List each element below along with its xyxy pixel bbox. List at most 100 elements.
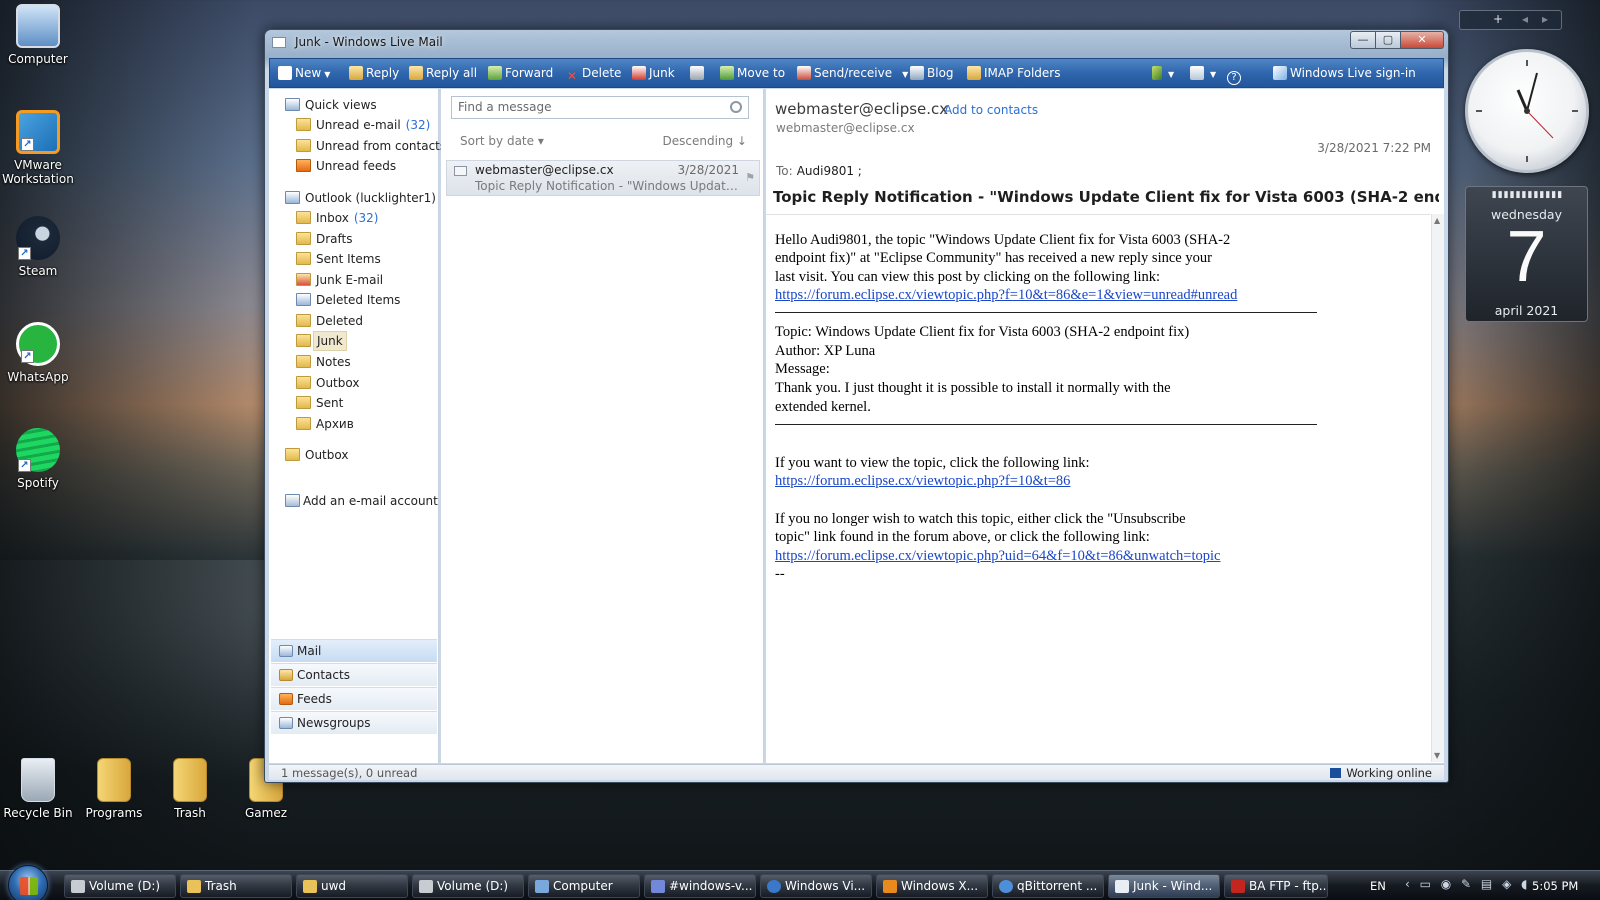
drive-icon xyxy=(419,880,433,893)
task-qbittorrent[interactable]: qBittorrent ... xyxy=(992,874,1104,898)
task-discord[interactable]: #windows-v... xyxy=(644,874,756,898)
reply-label: Reply xyxy=(366,66,400,80)
contacts-icon xyxy=(279,669,293,681)
clock-gadget[interactable] xyxy=(1465,49,1589,173)
new-button[interactable]: New ▼ xyxy=(278,65,330,83)
folder-label: Quick views xyxy=(305,98,377,112)
desktop-icon-trash[interactable]: Trash xyxy=(152,758,228,820)
message-body: Hello Audi9801, the topic "Windows Updat… xyxy=(766,214,1430,757)
color-scheme-button[interactable]: ▼ xyxy=(1152,65,1174,83)
print-button[interactable] xyxy=(690,65,707,83)
desktop-icon-whatsapp[interactable]: ↗ WhatsApp xyxy=(0,322,76,384)
unwatch-topic-link[interactable]: https://forum.eclipse.cx/viewtopic.php?u… xyxy=(775,547,1220,566)
task-volume-d[interactable]: Volume (D:) xyxy=(64,874,176,898)
add-to-contacts-link[interactable]: Add to contacts xyxy=(944,103,1038,117)
send-receive-button[interactable]: Send/receive ▼ xyxy=(797,65,908,83)
language-indicator[interactable]: EN xyxy=(1370,879,1386,893)
desktop-icon-spotify[interactable]: ↗ Spotify xyxy=(0,428,76,490)
add-gadget-button[interactable]: + xyxy=(1493,12,1503,26)
desktop-icon-recycle-bin[interactable]: Recycle Bin xyxy=(0,758,76,820)
task-trash[interactable]: Trash xyxy=(180,874,292,898)
junk-folder-icon xyxy=(296,273,311,286)
reading-pane-scrollbar[interactable]: ▲ ▼ xyxy=(1431,214,1444,762)
task-junk-windows-live-mail[interactable]: Junk - Wind... xyxy=(1108,874,1220,898)
desktop-icon-label: Computer xyxy=(8,52,68,66)
start-button[interactable] xyxy=(8,865,48,900)
body-line: Topic: Windows Update Client fix for Vis… xyxy=(775,324,1190,340)
list-item[interactable]: webmaster@eclipse.cx 3/28/2021 Topic Rep… xyxy=(446,160,760,196)
prev-gadget-button[interactable]: ◂ xyxy=(1522,12,1528,26)
forward-button[interactable]: Forward xyxy=(488,65,553,83)
discord-icon xyxy=(651,880,665,893)
reply-button[interactable]: Reply xyxy=(349,65,399,83)
desktop-icon-computer[interactable]: Computer xyxy=(0,4,76,66)
scroll-up-icon[interactable]: ▲ xyxy=(1434,216,1440,225)
desktop-icon-vmware[interactable]: ↗ VMware Workstation xyxy=(0,110,76,186)
delete-label: Delete xyxy=(582,66,622,80)
flag-icon[interactable]: ⚑ xyxy=(745,171,755,184)
calendar-gadget[interactable]: ▮▮▮▮▮▮▮▮▮▮▮▮ wednesday 7 april 2021 xyxy=(1465,186,1588,322)
next-gadget-button[interactable]: ▸ xyxy=(1542,12,1548,26)
reply-all-button[interactable]: Reply all xyxy=(409,65,477,83)
desktop-icon-steam[interactable]: ↗ Steam xyxy=(0,216,76,278)
scroll-down-icon[interactable]: ▼ xyxy=(1434,751,1440,760)
title-bar[interactable]: Junk - Windows Live Mail — ▢ ✕ xyxy=(265,30,1448,56)
contacts-folder-icon xyxy=(296,139,311,152)
add-account-label: Add an e-mail account xyxy=(303,494,438,508)
task-label: Windows X... xyxy=(901,879,979,893)
notification-area-icons[interactable]: ‹ ▭ ◉ ✎ ▤ ◈ ◖ xyxy=(1405,877,1530,891)
menus-button[interactable]: ▼ xyxy=(1190,65,1216,83)
task-volume-d-2[interactable]: Volume (D:) xyxy=(412,874,524,898)
task-uwd[interactable]: uwd xyxy=(296,874,408,898)
sort-direction-toggle[interactable]: Descending ↓ xyxy=(662,134,747,148)
nav-label: Feeds xyxy=(297,692,332,706)
inbox-icon xyxy=(296,211,311,224)
folder-icon xyxy=(296,355,311,368)
nav-newsgroups[interactable]: Newsgroups xyxy=(271,711,437,734)
qbittorrent-icon xyxy=(999,880,1013,893)
send-receive-label: Send/receive xyxy=(814,66,893,80)
spotify-icon: ↗ xyxy=(16,428,60,472)
chevron-down-icon: ▼ xyxy=(902,70,909,79)
sign-in-button[interactable]: Windows Live sign-in xyxy=(1273,65,1416,83)
body-line: extended kernel. xyxy=(775,399,871,415)
folder-icon xyxy=(187,880,201,893)
junk-icon xyxy=(632,66,646,80)
junk-button[interactable]: Junk xyxy=(632,65,675,83)
nav-mail[interactable]: Mail xyxy=(271,639,437,662)
nav-contacts[interactable]: Contacts xyxy=(271,663,437,686)
shortcut-arrow-icon: ↗ xyxy=(18,459,31,472)
blog-button[interactable]: Blog xyxy=(910,65,954,83)
printer-icon xyxy=(690,66,704,80)
body-line: Thank you. I just thought it is possible… xyxy=(775,380,1171,396)
rss-icon xyxy=(296,159,311,172)
desktop-icon-programs[interactable]: Programs xyxy=(76,758,152,820)
minimize-button[interactable]: — xyxy=(1350,31,1376,49)
recipient[interactable]: Audi9801 ; xyxy=(797,164,862,178)
add-account-icon xyxy=(285,494,300,507)
task-computer[interactable]: Computer xyxy=(528,874,640,898)
view-topic-link[interactable]: https://forum.eclipse.cx/viewtopic.php?f… xyxy=(775,472,1070,491)
maximize-button[interactable]: ▢ xyxy=(1375,31,1401,49)
task-ftp[interactable]: BA FTP - ftp... xyxy=(1224,874,1328,898)
desktop-icon-label: Gamez xyxy=(244,806,288,820)
search-icon[interactable] xyxy=(730,101,742,113)
nav-feeds[interactable]: Feeds xyxy=(271,687,437,710)
divider xyxy=(775,424,1317,425)
imap-folders-button[interactable]: IMAP Folders xyxy=(967,65,1061,83)
move-to-button[interactable]: Move to xyxy=(720,65,785,83)
folder-label: Sent xyxy=(316,396,344,410)
delete-button[interactable]: ✕ Delete xyxy=(565,65,621,83)
search-input[interactable]: Find a message xyxy=(451,96,749,119)
close-button[interactable]: ✕ xyxy=(1400,31,1444,49)
task-windows-vista[interactable]: Windows Vi... xyxy=(760,874,872,898)
folder-label: Outbox xyxy=(305,448,349,462)
unread-post-link[interactable]: https://forum.eclipse.cx/viewtopic.php?f… xyxy=(775,286,1237,305)
help-button[interactable]: ? xyxy=(1227,65,1244,85)
desktop-icon-label: Programs xyxy=(85,806,143,820)
sort-by-dropdown[interactable]: Sort by date ▾ xyxy=(460,134,544,148)
task-windows-xp[interactable]: Windows X... xyxy=(876,874,988,898)
blog-icon xyxy=(910,66,924,80)
taskbar-clock[interactable]: 5:05 PM xyxy=(1532,879,1578,893)
folder-label: Junk E-mail xyxy=(316,273,384,287)
